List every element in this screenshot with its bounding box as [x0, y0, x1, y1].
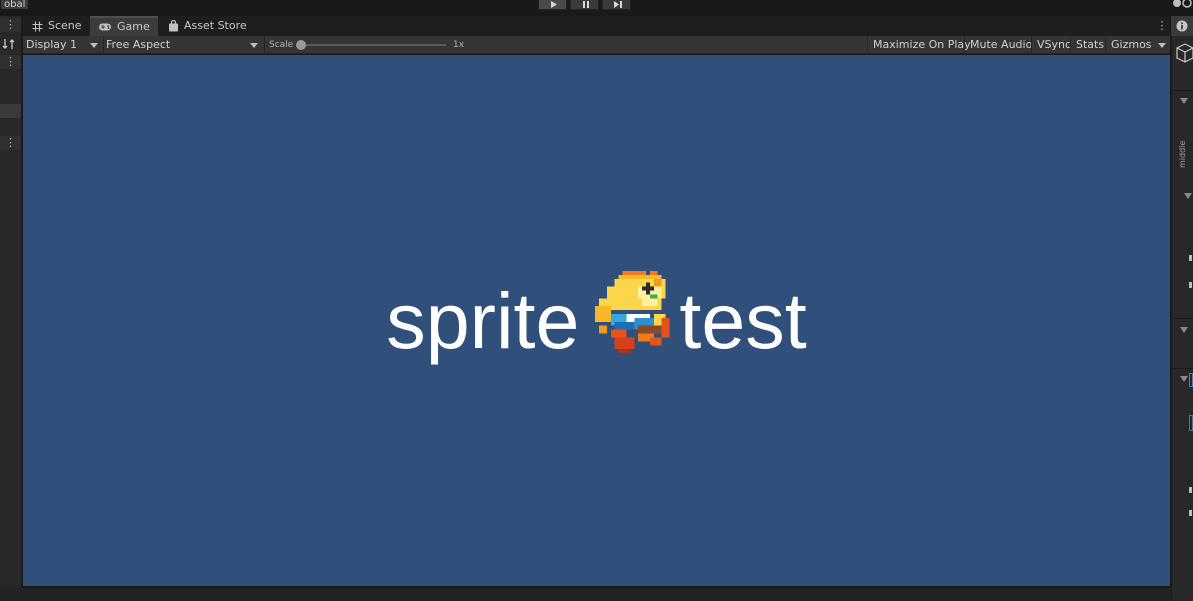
mute-audio-toggle[interactable]: Mute Audio — [966, 36, 1036, 54]
play-button[interactable] — [538, 0, 567, 10]
toolbar-divider — [103, 36, 104, 54]
tab-scene[interactable]: Scene — [24, 16, 90, 36]
cube-icon — [1173, 42, 1193, 68]
hierarchy-panel-collapsed — [0, 16, 22, 588]
toolbar-divider — [1031, 36, 1032, 54]
chevron-down-icon — [90, 43, 98, 48]
info-icon — [1176, 20, 1188, 32]
maximize-on-play-toggle[interactable]: Maximize On Play — [869, 36, 975, 54]
component-toggle[interactable] — [1189, 373, 1193, 387]
aspect-dropdown[interactable]: Free Aspect — [106, 36, 262, 54]
panel-menu-icon[interactable]: ⋮ — [0, 18, 21, 32]
pixel-character-sprite — [595, 271, 670, 354]
account-cloud-icons[interactable] — [1170, 0, 1193, 9]
panel-divider — [1172, 90, 1193, 91]
field-label-stub — [1189, 255, 1192, 261]
gizmos-toggle[interactable]: Gizmos — [1107, 36, 1156, 54]
gizmos-dropdown[interactable] — [1152, 36, 1170, 54]
pause-icon — [583, 1, 589, 8]
panel-menu-icon[interactable]: ⋮ — [0, 55, 21, 69]
panel-menu-icon[interactable]: ⋮ — [0, 136, 21, 150]
chevron-down-icon — [1158, 43, 1166, 48]
step-icon — [614, 1, 622, 8]
vsync-toggle[interactable]: VSync — [1033, 36, 1075, 54]
tab-game[interactable]: Game — [90, 16, 158, 36]
foldout-arrow-icon[interactable] — [1180, 376, 1188, 382]
game-view[interactable]: sprite test — [23, 55, 1170, 586]
display-value: Display 1 — [26, 38, 78, 51]
chevron-down-icon — [250, 43, 258, 48]
step-button[interactable] — [602, 0, 631, 10]
toolbar-divider — [264, 36, 265, 54]
play-icon — [551, 1, 557, 8]
panel-divider — [1172, 318, 1193, 319]
cloud-icon — [1173, 0, 1192, 8]
scene-grid-icon — [32, 21, 43, 31]
game-text-left: sprite — [386, 276, 580, 365]
tab-label: Asset Store — [184, 19, 247, 32]
scale-label: Scale — [269, 40, 294, 50]
hierarchy-selected-row[interactable] — [0, 104, 21, 118]
inspector-tab[interactable] — [1171, 16, 1193, 36]
scale-slider-thumb[interactable] — [296, 40, 306, 50]
tab-asset-store[interactable]: Asset Store — [160, 16, 255, 36]
scale-value: 1x — [453, 40, 465, 50]
tab-label: Scene — [48, 19, 82, 32]
toolbar-divider — [1105, 36, 1106, 54]
bottom-status-bar — [0, 588, 1193, 601]
toolbar-divider — [867, 36, 868, 54]
field-label-stub — [1189, 487, 1192, 493]
foldout-arrow-icon[interactable] — [1184, 193, 1192, 199]
field-label-stub — [1189, 282, 1192, 288]
stats-toggle[interactable]: Stats — [1072, 36, 1108, 54]
pause-button[interactable] — [570, 0, 599, 10]
shopping-bag-icon — [169, 20, 178, 32]
aspect-value: Free Aspect — [106, 38, 171, 51]
object-field-stub[interactable] — [1189, 415, 1193, 431]
foldout-arrow-icon[interactable] — [1180, 327, 1188, 333]
toolbar-divider — [1070, 36, 1071, 54]
anchor-preset-label: middle — [1178, 140, 1187, 168]
tab-label: Game — [117, 20, 150, 33]
field-label-stub — [1189, 510, 1192, 516]
tab-menu-icon[interactable]: ⋮ — [1155, 16, 1169, 36]
sort-icon[interactable] — [2, 37, 18, 51]
gamepad-icon — [99, 23, 111, 31]
foldout-arrow-icon[interactable] — [1180, 98, 1188, 104]
display-dropdown[interactable]: Display 1 — [26, 36, 102, 54]
pivot-rotation-toggle[interactable]: obal — [0, 0, 30, 10]
toolbar-divider — [964, 36, 965, 54]
panel-divider — [1172, 368, 1193, 369]
scale-slider-track[interactable] — [300, 44, 446, 46]
